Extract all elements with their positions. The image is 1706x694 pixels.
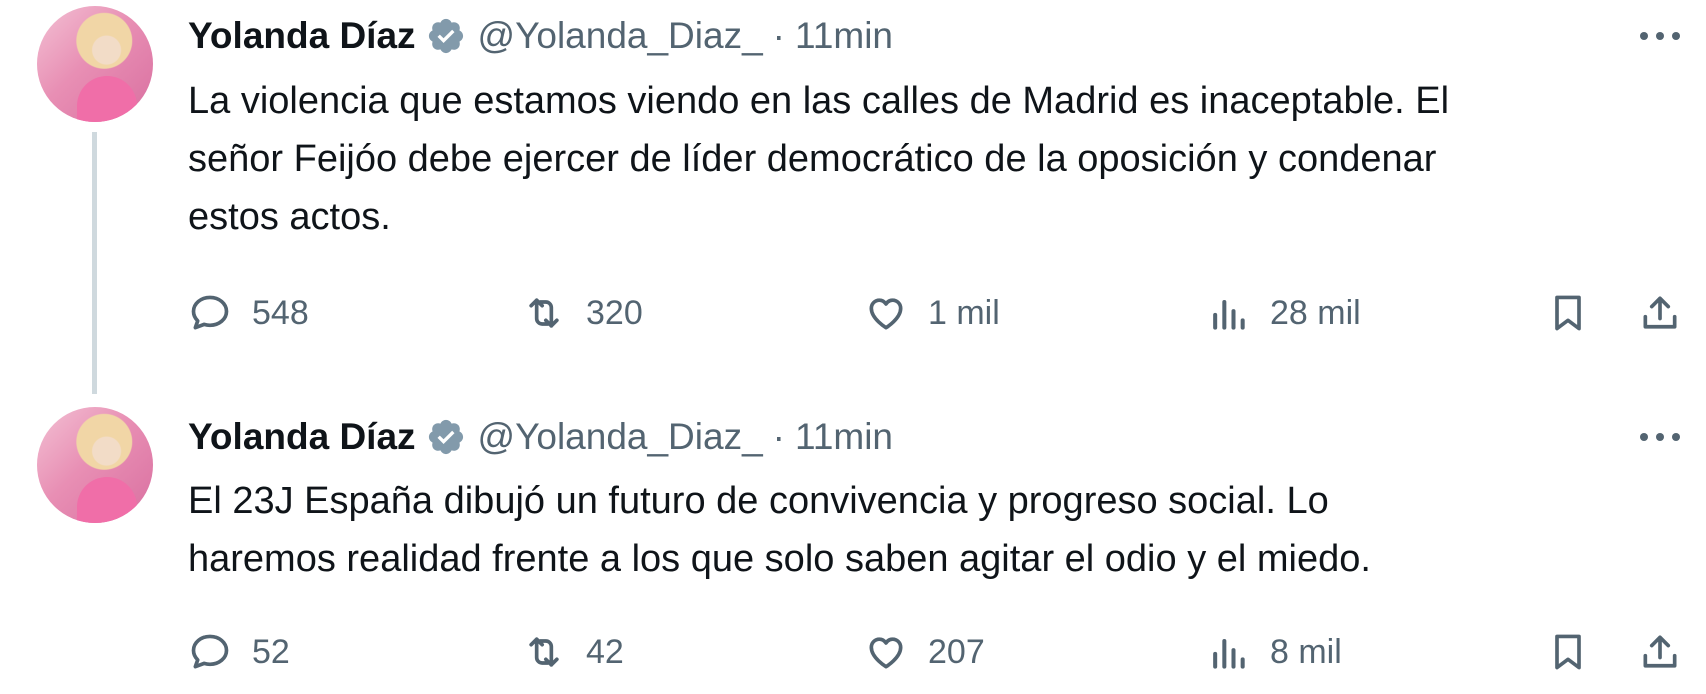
retweet-button[interactable]: 320: [522, 285, 643, 341]
tweet-actions: 548 320 1 mil 28 mil: [188, 285, 1688, 341]
share-icon: [1643, 296, 1677, 329]
tweet-actions: 52 42 207 8 mil: [188, 624, 1688, 680]
bookmark-icon: [1555, 634, 1581, 670]
thread-connector-line: [92, 132, 97, 394]
author-name[interactable]: Yolanda Díaz: [188, 15, 416, 57]
bookmark-icon: [1555, 295, 1581, 331]
tweet-text: El 23J España dibujó un futuro de conviv…: [188, 480, 1371, 580]
retweet-button[interactable]: 42: [522, 624, 624, 680]
views-icon: [1213, 638, 1245, 669]
avatar[interactable]: [37, 407, 153, 523]
views-icon: [1213, 299, 1245, 330]
like-button[interactable]: 1 mil: [864, 285, 1000, 341]
retweet-icon: [529, 637, 559, 667]
reply-count: 548: [252, 293, 309, 332]
author-name[interactable]: Yolanda Díaz: [188, 416, 416, 458]
verified-badge-icon: [428, 18, 463, 54]
share-icon: [1643, 635, 1677, 668]
verified-badge-icon: [428, 419, 463, 455]
separator-dot: ·: [772, 416, 785, 457]
like-icon: [869, 298, 903, 330]
views-button[interactable]: 8 mil: [1206, 624, 1342, 680]
like-count: 1 mil: [928, 293, 1000, 332]
avatar[interactable]: [37, 6, 153, 122]
like-count: 207: [928, 632, 985, 671]
tweet-header: Yolanda Díaz @Yolanda_Diaz_ · 11min: [188, 413, 893, 461]
reply-button[interactable]: 548: [188, 285, 309, 341]
like-icon: [869, 637, 903, 669]
views-count: 8 mil: [1270, 632, 1342, 671]
retweet-count: 42: [586, 632, 624, 671]
more-options-button[interactable]: [1632, 417, 1688, 457]
share-button[interactable]: [1638, 624, 1682, 680]
reply-count: 52: [252, 632, 290, 671]
bookmark-button[interactable]: [1546, 285, 1590, 341]
more-icon: [1640, 32, 1680, 40]
reply-icon: [191, 634, 229, 669]
reply-button[interactable]: 52: [188, 624, 290, 680]
like-button[interactable]: 207: [864, 624, 985, 680]
more-options-button[interactable]: [1632, 16, 1688, 56]
timestamp[interactable]: 11min: [795, 416, 893, 458]
bookmark-button[interactable]: [1546, 624, 1590, 680]
retweet-count: 320: [586, 293, 643, 332]
reply-icon: [191, 295, 229, 330]
tweet[interactable]: Yolanda Díaz @Yolanda_Diaz_ · 11min La v…: [0, 0, 1706, 394]
views-count: 28 mil: [1270, 293, 1361, 332]
retweet-icon: [529, 298, 559, 328]
author-handle[interactable]: @Yolanda_Diaz_: [478, 15, 763, 57]
separator-dot: ·: [772, 15, 785, 56]
tweet[interactable]: Yolanda Díaz @Yolanda_Diaz_ · 11min El 2…: [0, 390, 1706, 694]
more-icon: [1640, 433, 1680, 441]
author-handle[interactable]: @Yolanda_Diaz_: [478, 416, 763, 458]
share-button[interactable]: [1638, 285, 1682, 341]
timestamp[interactable]: 11min: [795, 15, 893, 57]
views-button[interactable]: 28 mil: [1206, 285, 1361, 341]
tweet-text: La violencia que estamos viendo en las c…: [188, 80, 1450, 238]
tweet-header: Yolanda Díaz @Yolanda_Diaz_ · 11min: [188, 12, 893, 60]
